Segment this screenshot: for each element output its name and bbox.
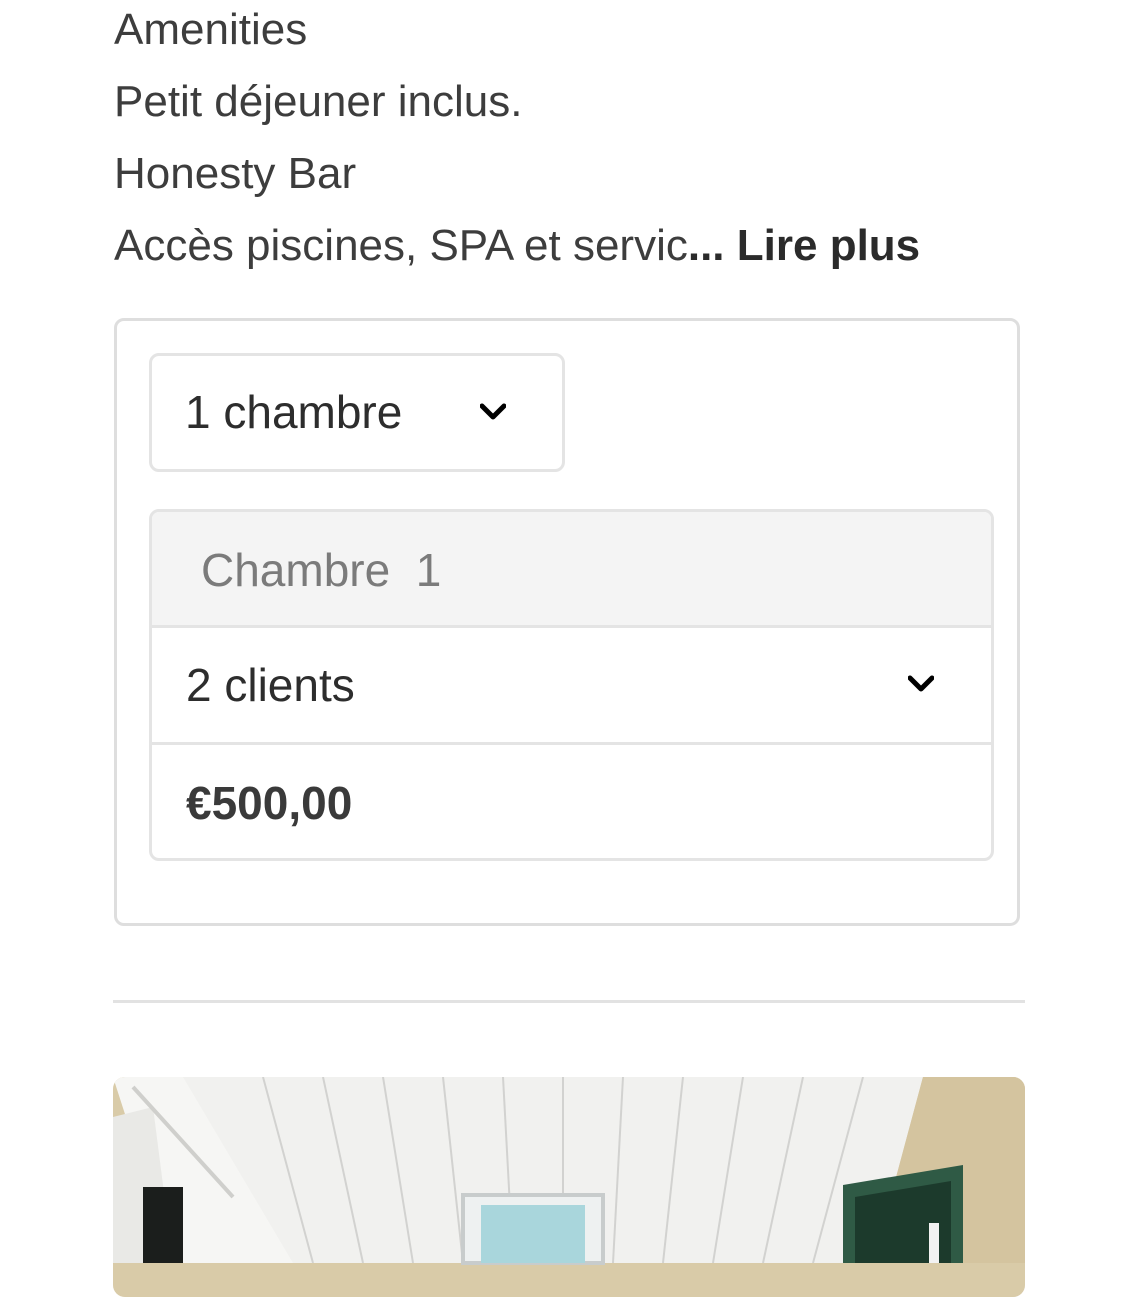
room-header: Chambre 1 — [152, 512, 991, 628]
chevron-down-icon — [907, 670, 935, 696]
amenities-heading: Amenities — [114, 5, 308, 54]
read-more-link[interactable]: Lire plus — [737, 221, 920, 270]
room-header-label: Chambre 1 — [201, 544, 442, 596]
room-price: €500,00 — [186, 777, 353, 829]
amenities-section: Amenities Petit déjeuner inclus. Honesty… — [114, 0, 1024, 282]
room-count-value: 1 chambre — [185, 386, 403, 438]
amenity-item: Honesty Bar — [114, 149, 357, 198]
room-panel: Chambre 1 2 clients €500,00 — [149, 509, 994, 861]
booking-card: 1 chambre Chambre 1 2 clients €500,00 — [114, 318, 1020, 926]
room-count-select[interactable]: 1 chambre — [149, 353, 565, 472]
guest-count-select[interactable]: 2 clients — [152, 628, 991, 745]
amenity-truncated-text: Accès piscines, SPA et servic — [114, 221, 688, 270]
price-row: €500,00 — [152, 745, 991, 858]
amenity-item: Petit déjeuner inclus. — [114, 77, 523, 126]
section-divider — [113, 1000, 1025, 1003]
guest-count-value: 2 clients — [186, 659, 355, 711]
truncation-ellipsis: ... — [687, 221, 725, 270]
chevron-down-icon — [479, 398, 507, 424]
room-photo-image — [113, 1077, 1025, 1297]
room-photo[interactable] — [113, 1077, 1025, 1297]
amenity-item-truncated: Accès piscines, SPA et servic... Lire pl… — [114, 210, 1024, 282]
